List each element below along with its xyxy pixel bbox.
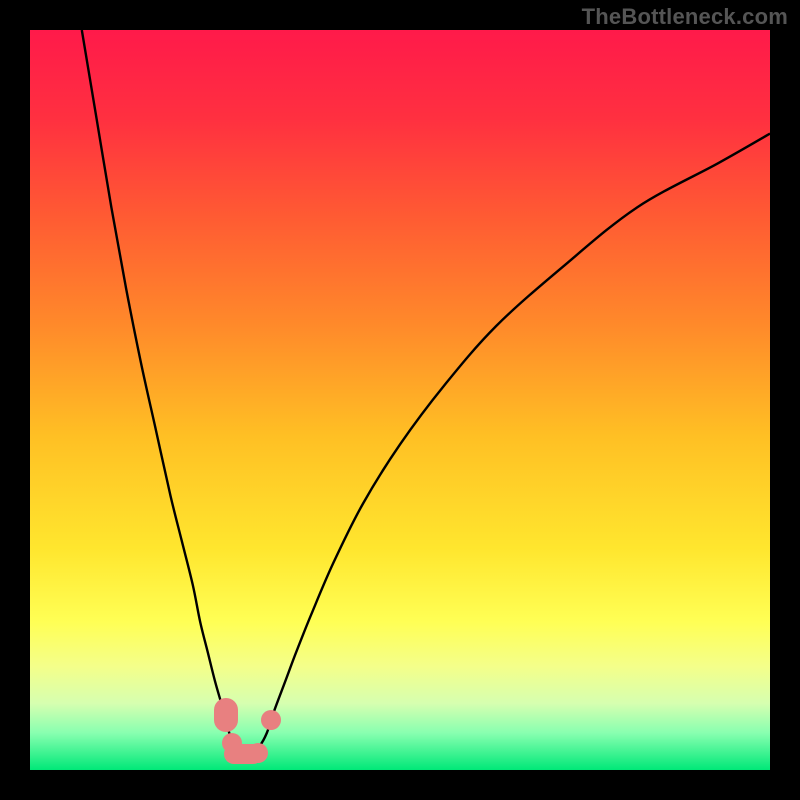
data-marker — [261, 710, 281, 730]
plot-area — [30, 30, 770, 770]
bottleneck-curve — [30, 30, 770, 770]
chart-frame: TheBottleneck.com — [0, 0, 800, 800]
data-marker — [248, 743, 268, 763]
data-marker — [214, 698, 238, 732]
watermark-text: TheBottleneck.com — [582, 4, 788, 30]
